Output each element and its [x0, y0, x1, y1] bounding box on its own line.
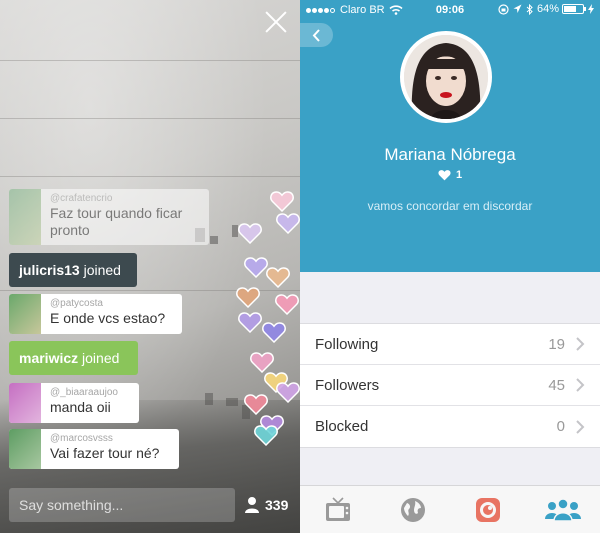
chat-message: @_biaaraaujoo manda oii	[9, 383, 139, 423]
back-button[interactable]	[300, 23, 333, 47]
heart-icon	[238, 222, 262, 244]
heart-icon	[266, 266, 290, 288]
tab-global[interactable]	[375, 486, 450, 533]
person-icon	[245, 497, 259, 513]
wall-detail	[0, 118, 300, 119]
chat-text: pronto	[50, 222, 90, 238]
heart-icon	[438, 170, 451, 181]
avatar[interactable]	[9, 294, 41, 334]
heart-icon	[250, 351, 274, 373]
heart-icon	[244, 256, 268, 278]
stat-value: 0	[556, 418, 565, 435]
blocked-row[interactable]: Blocked 0	[300, 406, 600, 447]
chat-text: Faz tour quando ficar	[50, 205, 183, 221]
join-username: julicris13	[19, 262, 80, 278]
profile-photo	[404, 35, 488, 119]
periscope-icon	[475, 497, 500, 522]
battery-icon	[562, 4, 586, 14]
heart-icon	[238, 311, 262, 333]
join-notice: julicris13 joined	[9, 253, 137, 287]
heart-icon	[244, 393, 268, 415]
avatar[interactable]	[9, 429, 41, 469]
chat-message: @crafatencrio Faz tour quando ficar pron…	[9, 189, 209, 245]
rotation-lock-icon	[498, 3, 509, 15]
heart-icon	[262, 321, 286, 343]
chevron-right-icon	[576, 337, 585, 351]
live-stream-pane: @crafatencrio Faz tour quando ficar pron…	[0, 0, 300, 533]
chat-username: @crafatencrio	[50, 193, 113, 204]
stat-label: Blocked	[315, 418, 369, 435]
stat-value: 19	[548, 335, 565, 353]
heart-icon	[236, 286, 260, 308]
profile-name: Mariana Nóbrega	[384, 145, 516, 164]
join-suffix: joined	[78, 350, 120, 366]
stat-label: Following	[315, 335, 379, 353]
profile-bio: vamos concordar em discordar	[367, 199, 533, 213]
chat-username: @marcosvsss	[50, 433, 113, 444]
join-suffix: joined	[79, 262, 121, 278]
join-username: mariwicz	[19, 350, 79, 366]
followers-row[interactable]: Followers 45	[300, 365, 600, 406]
likes-value: 1	[455, 169, 463, 181]
tab-bar	[300, 485, 600, 533]
chat-message: @patycosta E onde vcs estao?	[9, 294, 182, 334]
location-icon	[513, 4, 522, 13]
tab-people[interactable]	[525, 486, 600, 533]
tab-tv[interactable]	[300, 486, 375, 533]
profile-avatar[interactable]	[400, 31, 492, 123]
divider	[300, 447, 600, 448]
status-bar: Claro BR 09:06 64%	[300, 0, 600, 20]
chevron-right-icon	[576, 419, 585, 434]
viewer-count-value: 339	[265, 497, 289, 513]
chevron-right-icon	[576, 378, 585, 392]
chat-username: @_biaaraaujoo	[50, 387, 118, 398]
comment-input[interactable]	[9, 488, 235, 522]
likes-count: 1	[300, 169, 600, 181]
tab-broadcast[interactable]	[450, 486, 525, 533]
tv-icon	[325, 496, 350, 521]
join-notice: mariwicz joined	[9, 341, 138, 375]
heart-icon	[275, 293, 299, 315]
avatar[interactable]	[9, 189, 41, 245]
wall-detail	[0, 176, 300, 177]
globe-icon	[400, 497, 425, 522]
stats-list: Following 19 Followers 45 Blocked 0	[300, 324, 600, 447]
charging-icon	[588, 4, 594, 14]
following-row[interactable]: Following 19	[300, 324, 600, 365]
stat-label: Followers	[315, 376, 380, 394]
chat-text: E onde vcs estao?	[50, 310, 166, 326]
profile-header: Claro BR 09:06 64% Mariana Nóbrega 1 vam…	[300, 0, 600, 272]
chat-username: @patycosta	[50, 298, 103, 309]
battery-percent: 64%	[536, 3, 559, 15]
chat-message: @marcosvsss Vai fazer tour né?	[9, 429, 179, 469]
wall-detail	[210, 236, 218, 244]
heart-icon	[254, 424, 278, 446]
avatar[interactable]	[9, 383, 41, 423]
bluetooth-icon	[526, 3, 533, 15]
wall-detail	[0, 60, 300, 61]
chat-text: manda oii	[50, 399, 111, 415]
chevron-left-icon	[312, 28, 320, 42]
profile-pane: Claro BR 09:06 64% Mariana Nóbrega 1 vam…	[300, 0, 600, 533]
heart-icon	[270, 190, 294, 212]
chat-text: Vai fazer tour né?	[50, 445, 160, 461]
stat-value: 45	[548, 376, 565, 394]
heart-icon	[276, 381, 300, 403]
people-icon	[544, 497, 581, 522]
viewer-count: 339	[244, 494, 288, 516]
heart-icon	[276, 212, 300, 234]
close-button[interactable]	[264, 10, 288, 34]
